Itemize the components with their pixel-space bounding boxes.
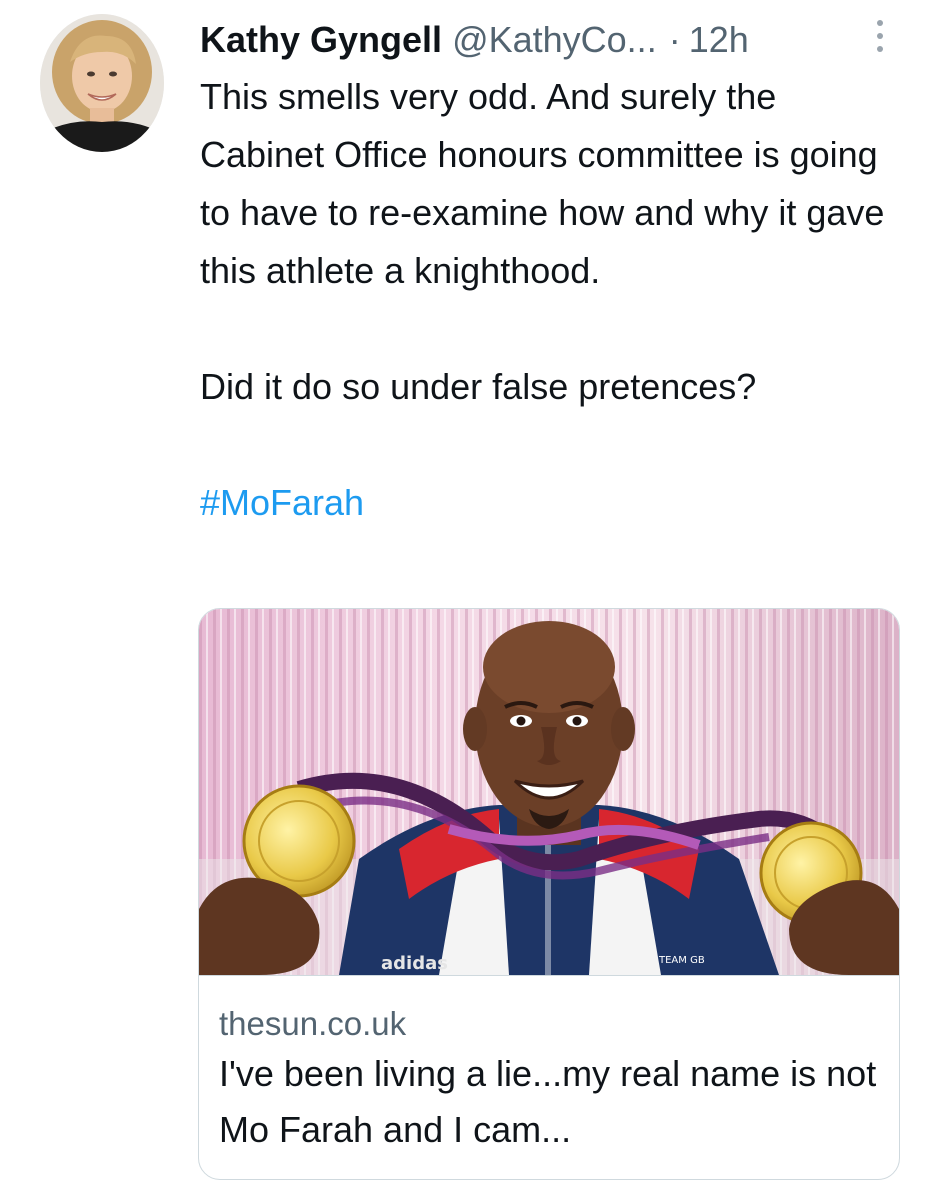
tweet-paragraph-1: This smells very odd. And surely the Cab… (200, 76, 885, 291)
more-options-icon[interactable] (870, 16, 890, 56)
author-avatar[interactable] (40, 14, 164, 152)
tweet-header: Kathy Gyngell @KathyCo... · 12h (200, 12, 900, 68)
link-preview-card[interactable]: adidas TEAM GB thesun.co.uk I've been li… (198, 608, 900, 1180)
link-card-meta[interactable]: thesun.co.uk I've been living a lie...my… (199, 975, 899, 1179)
tweet-paragraph-2: Did it do so under false pretences? (200, 366, 757, 407)
more-dot (877, 20, 883, 26)
adidas-logo-text: adidas (381, 953, 448, 974)
header-separator: · (668, 19, 681, 60)
author-display-name[interactable]: Kathy Gyngell (200, 12, 442, 68)
tweet[interactable]: Kathy Gyngell @KathyCo... · 12h This sme… (0, 0, 932, 1200)
hashtag-link[interactable]: #MoFarah (200, 474, 905, 532)
more-dot (877, 33, 883, 39)
author-handle[interactable]: @KathyCo... (452, 12, 657, 68)
article-photo: adidas TEAM GB (199, 609, 899, 975)
avatar-photo (40, 14, 164, 152)
tweet-timestamp[interactable]: 12h (689, 12, 749, 68)
team-gb-badge-text: TEAM GB (658, 955, 705, 966)
more-dot (877, 46, 883, 52)
tweet-text: This smells very odd. And surely the Cab… (200, 68, 905, 532)
link-card-domain: thesun.co.uk (219, 1005, 407, 1042)
link-card-image[interactable]: adidas TEAM GB (199, 609, 899, 975)
link-card-title: I've been living a lie...my real name is… (219, 1053, 877, 1150)
